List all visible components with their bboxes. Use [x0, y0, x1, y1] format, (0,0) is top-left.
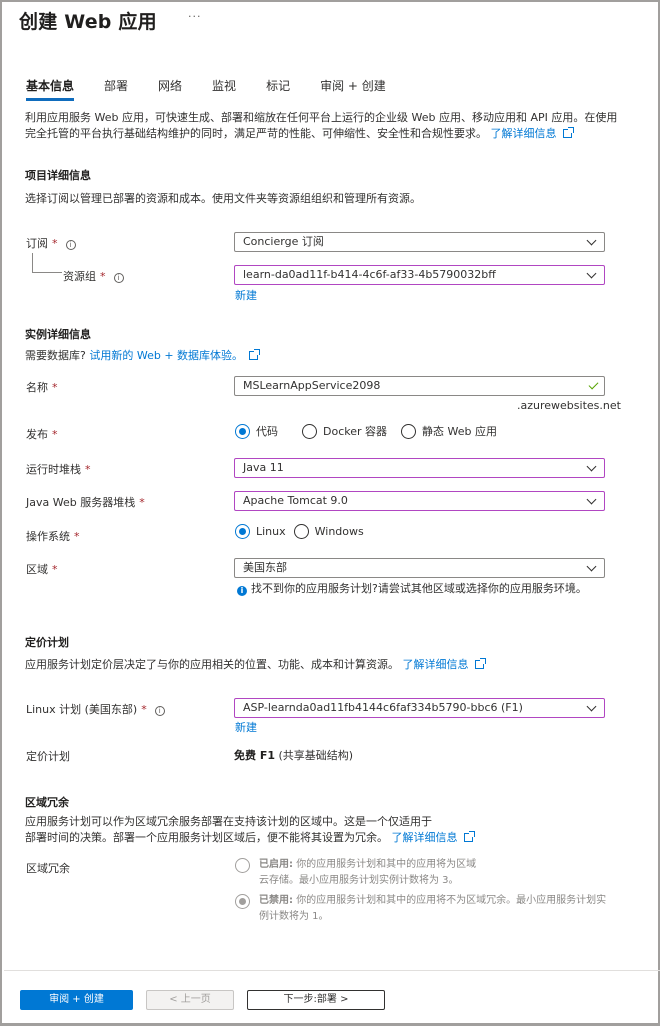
os-radio-group: Linux Windows: [235, 524, 378, 539]
tab-deployment[interactable]: 部署: [104, 77, 128, 101]
region-hint: i 找不到你的应用服务计划?请尝试其他区域或选择你的应用服务环境。: [237, 580, 587, 596]
chevron-down-icon: [586, 561, 597, 572]
required-asterisk: *: [85, 463, 91, 476]
chevron-down-icon: [586, 268, 597, 279]
pricing-heading: 定价计划: [25, 636, 69, 649]
project-details-heading: 项目详细信息: [25, 169, 91, 182]
radio-unselected-icon: [293, 524, 309, 539]
required-asterisk: *: [139, 496, 145, 509]
pricing-description: 应用服务计划定价层决定了与你的应用相关的位置、功能、成本和计算资源。 了解详细信…: [25, 657, 625, 673]
radio-unselected-icon: [302, 423, 317, 439]
publish-option-static-web-app[interactable]: 静态 Web 应用: [401, 423, 497, 439]
tab-monitoring[interactable]: 监视: [212, 77, 236, 101]
linux-plan-dropdown[interactable]: ASP-learnda0ad11fb4144c6faf334b5790-bbc6…: [234, 698, 605, 718]
required-asterisk: *: [74, 530, 80, 543]
previous-button[interactable]: < 上一页: [146, 990, 234, 1010]
zone-option-enabled[interactable]: 已启用: 你的应用服务计划和其中的应用将为区域 云存储。最小应用服务计划实例计数…: [235, 857, 476, 889]
database-prompt: 需要数据库? 试用新的 Web + 数据库体验。: [25, 348, 625, 364]
publish-option-docker[interactable]: Docker 容器: [302, 423, 387, 439]
radio-selected-icon: [235, 524, 250, 539]
radio-selected-icon: [235, 423, 250, 439]
java-web-server-dropdown[interactable]: Apache Tomcat 9.0: [234, 491, 605, 511]
review-create-button[interactable]: 审阅 + 创建: [20, 990, 133, 1010]
info-icon[interactable]: i: [113, 273, 124, 283]
info-icon[interactable]: i: [154, 706, 165, 716]
os-label: 操作系统 *: [26, 530, 80, 543]
tab-tags[interactable]: 标记: [266, 77, 290, 101]
external-link-icon: [562, 127, 574, 138]
create-web-app-blade: 创建 Web 应用 ··· 基本信息 部署 网络 监视 标记 审阅 + 创建 利…: [0, 0, 660, 1026]
more-options-button[interactable]: ···: [188, 10, 202, 23]
domain-suffix: .azurewebsites.net: [517, 399, 621, 412]
subscription-label: 订阅 * i: [26, 235, 76, 251]
tree-connector: [32, 253, 62, 273]
runtime-stack-dropdown[interactable]: Java 11: [234, 458, 605, 478]
zone-learn-more-link[interactable]: 了解详细信息: [392, 831, 458, 844]
runtime-stack-label: 运行时堆栈 *: [26, 463, 91, 476]
instance-details-heading: 实例详细信息: [25, 328, 91, 341]
external-link-icon: [249, 349, 261, 360]
project-details-description: 选择订阅以管理已部署的资源和成本。使用文件夹等资源组组织和管理所有资源。: [25, 192, 421, 205]
os-option-windows[interactable]: Windows: [293, 524, 364, 539]
subscription-dropdown[interactable]: Concierge 订阅: [234, 232, 605, 252]
info-icon[interactable]: i: [65, 240, 76, 250]
required-asterisk: *: [52, 563, 58, 576]
zone-redundancy-description: 应用服务计划可以作为区域冗余服务部署在支持该计划的区域中。这是一个仅适用于 部署…: [25, 814, 625, 846]
required-asterisk: *: [52, 381, 58, 394]
intro-learn-more-link[interactable]: 了解详细信息: [491, 127, 557, 140]
zone-option-disabled[interactable]: 已禁用: 你的应用服务计划和其中的应用将不为区域冗余。最小应用服务计划实 例计数…: [235, 893, 606, 925]
web-database-link[interactable]: 试用新的 Web + 数据库体验。: [89, 349, 243, 362]
required-asterisk: *: [52, 237, 58, 250]
pricing-plan-label: 定价计划: [26, 750, 70, 763]
tab-bar: 基本信息 部署 网络 监视 标记 审阅 + 创建: [26, 77, 416, 101]
resource-group-label: 资源组 * i: [63, 268, 124, 284]
zone-redundancy-heading: 区域冗余: [25, 796, 69, 809]
radio-disabled-icon: [235, 858, 250, 873]
chevron-down-icon: [586, 461, 597, 472]
radio-unselected-icon: [401, 423, 417, 439]
tab-basics[interactable]: 基本信息: [26, 77, 75, 101]
external-link-icon: [474, 658, 486, 669]
java-web-server-label: Java Web 服务器堆栈 *: [26, 496, 145, 509]
required-asterisk: *: [100, 270, 106, 283]
radio-disabled-selected-icon: [235, 894, 250, 909]
external-link-icon: [463, 831, 475, 842]
page-title: 创建 Web 应用: [19, 11, 157, 33]
required-asterisk: *: [141, 703, 147, 716]
pricing-learn-more-link[interactable]: 了解详细信息: [403, 658, 469, 671]
region-label: 区域 *: [26, 563, 58, 576]
create-new-resource-group-link[interactable]: 新建: [235, 287, 257, 303]
region-dropdown[interactable]: 美国东部: [234, 558, 605, 578]
os-option-linux[interactable]: Linux: [235, 524, 286, 539]
publish-option-code[interactable]: 代码: [235, 423, 278, 439]
chevron-down-icon: [586, 701, 597, 712]
linux-plan-label: Linux 计划 (美国东部) * i: [26, 701, 165, 717]
chevron-down-icon: [586, 494, 597, 505]
required-asterisk: *: [52, 428, 58, 441]
valid-checkmark-icon: [588, 379, 599, 390]
info-filled-icon: i: [237, 586, 247, 596]
zone-redundancy-label: 区域冗余: [26, 862, 70, 875]
chevron-down-icon: [586, 235, 597, 246]
footer-divider: [4, 970, 660, 971]
next-deployment-button[interactable]: 下一步:部署 >: [247, 990, 385, 1010]
app-name-input[interactable]: MSLearnAppService2098: [234, 376, 605, 396]
pricing-tier-value: 免费 F1 (共享基础结构): [234, 749, 354, 762]
intro-description: 利用应用服务 Web 应用，可快速生成、部署和缩放在任何平台上运行的企业级 We…: [25, 110, 625, 142]
create-new-plan-link[interactable]: 新建: [235, 719, 257, 735]
name-label: 名称 *: [26, 381, 58, 394]
tab-review-create[interactable]: 审阅 + 创建: [320, 77, 386, 101]
resource-group-dropdown[interactable]: learn-da0ad11f-b414-4c6f-af33-4b5790032b…: [234, 265, 605, 285]
publish-label: 发布 *: [26, 428, 58, 441]
publish-radio-group: 代码 Docker 容器 静态 Web 应用: [235, 423, 511, 439]
tab-networking[interactable]: 网络: [158, 77, 182, 101]
